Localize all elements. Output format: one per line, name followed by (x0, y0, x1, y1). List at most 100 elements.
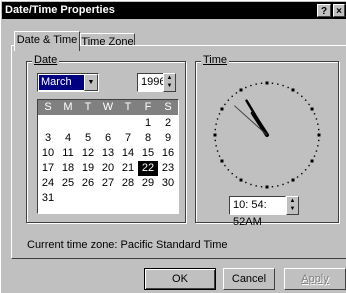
calendar-day[interactable]: 17 (38, 161, 58, 176)
chevron-down-icon[interactable]: ▼ (84, 74, 98, 91)
calendar-day-selected[interactable]: 22 (138, 161, 158, 176)
spin-up-icon[interactable]: ▲ (287, 197, 298, 205)
minute-tick (255, 185, 257, 187)
month-value: March (39, 75, 84, 90)
minute-tick (235, 176, 238, 178)
minute-tick (313, 113, 316, 115)
minute-tick (250, 183, 252, 186)
minute-tick (215, 123, 217, 125)
minute-hand (245, 99, 269, 137)
minute-tick (304, 169, 307, 171)
minute-tick (231, 95, 233, 98)
calendar-day[interactable]: 31 (38, 191, 58, 206)
weekday-label: W (102, 101, 114, 113)
minute-tick (318, 139, 320, 142)
calendar-day[interactable]: 4 (58, 131, 78, 146)
calendar-day[interactable]: 15 (138, 146, 158, 161)
time-group-label-text: Time (203, 54, 228, 66)
minute-tick (313, 155, 316, 157)
minute-tick (235, 92, 238, 94)
minute-tick (260, 82, 263, 84)
calendar-day[interactable]: 8 (138, 131, 158, 146)
hour-tick (291, 178, 295, 182)
time-input[interactable]: 10: 54: 52AM (229, 196, 286, 228)
calendar-day[interactable]: 23 (158, 161, 178, 176)
close-button[interactable]: × (333, 4, 345, 17)
minute-tick (214, 128, 216, 131)
calendar-day[interactable]: 2 (158, 116, 178, 131)
weekday-label: S (164, 101, 172, 113)
minute-tick (317, 123, 319, 125)
calendar-day[interactable]: 10 (38, 146, 58, 161)
year-spinner[interactable]: ▲ ▼ (163, 73, 176, 92)
minute-tick (308, 103, 310, 106)
spin-up-icon[interactable]: ▲ (164, 74, 175, 82)
calendar-day[interactable]: 11 (58, 146, 78, 161)
calendar-day[interactable]: 6 (98, 131, 118, 146)
calendar-day[interactable]: 3 (38, 131, 58, 146)
month-select[interactable]: March ▼ (37, 73, 99, 92)
spin-down-icon[interactable]: ▼ (287, 205, 298, 213)
minute-tick (287, 181, 289, 184)
weekday-label: S (44, 101, 52, 113)
current-timezone-text: Current time zone: Pacific Standard Time (27, 239, 228, 251)
calendar-day[interactable]: 27 (98, 176, 118, 191)
calendar-day[interactable]: 5 (78, 131, 98, 146)
minute-tick (277, 185, 279, 187)
calendar-day[interactable]: 13 (98, 146, 118, 161)
help-button[interactable]: ? (317, 4, 331, 17)
minute-tick (287, 86, 289, 89)
hour-tick (265, 81, 269, 85)
calendar-day[interactable]: 9 (158, 131, 178, 146)
calendar-day[interactable]: 1 (138, 116, 158, 131)
weekday-label: T (84, 101, 92, 113)
tab-date-time[interactable]: Date & Time (14, 31, 80, 51)
minute-tick (282, 84, 284, 87)
weekday-header: SMTWTFS (38, 100, 178, 115)
analog-clock (213, 81, 321, 189)
calendar-day[interactable]: 19 (78, 161, 98, 176)
calendar-day[interactable]: 28 (118, 176, 138, 191)
spin-down-icon[interactable]: ▼ (164, 82, 175, 90)
minute-tick (231, 172, 233, 175)
calendar-day[interactable]: 7 (118, 131, 138, 146)
calendar-day[interactable]: 16 (158, 146, 178, 161)
minute-tick (218, 113, 221, 115)
hour-tick (239, 88, 243, 92)
minute-tick (308, 164, 310, 167)
calendar-day[interactable]: 24 (38, 176, 58, 191)
apply-button[interactable]: Apply (284, 268, 346, 290)
minute-tick (227, 99, 230, 101)
minute-tick (216, 150, 219, 152)
calendar-day[interactable]: 18 (58, 161, 78, 176)
hour-tick (317, 133, 321, 137)
month-calendar[interactable]: SMTWTFS 1 2 3 4 5 6 7 8 9 10 11 12 13 14 15 16 17 18 19 20 2… (37, 99, 179, 214)
cancel-button[interactable]: Cancel (223, 268, 275, 290)
hour-tick (291, 88, 295, 92)
time-spinner[interactable]: ▲ ▼ (286, 196, 299, 215)
weekday-label: F (144, 101, 152, 113)
calendar-day[interactable]: 30 (158, 176, 178, 191)
calendar-day[interactable]: 21 (118, 161, 138, 176)
ok-button[interactable]: OK (144, 268, 216, 290)
minute-tick (271, 186, 274, 188)
minute-tick (282, 183, 284, 186)
minute-tick (224, 103, 226, 106)
calendar-day[interactable]: 14 (118, 146, 138, 161)
calendar-day[interactable]: 20 (98, 161, 118, 176)
minute-tick (245, 181, 247, 184)
hour-tick (310, 107, 314, 111)
calendar-day[interactable]: 29 (138, 176, 158, 191)
minute-tick (301, 172, 303, 175)
calendar-day[interactable]: 25 (58, 176, 78, 191)
hour-tick (265, 185, 269, 189)
calendar-day[interactable]: 26 (78, 176, 98, 191)
minute-tick (255, 83, 257, 85)
weekday-label: M (63, 101, 73, 113)
minute-tick (271, 82, 274, 84)
title-bar[interactable]: Date/Time Properties ? × (2, 2, 346, 19)
minute-tick (296, 176, 299, 178)
minute-tick (215, 145, 217, 147)
minute-tick (301, 95, 303, 98)
calendar-day[interactable]: 12 (78, 146, 98, 161)
